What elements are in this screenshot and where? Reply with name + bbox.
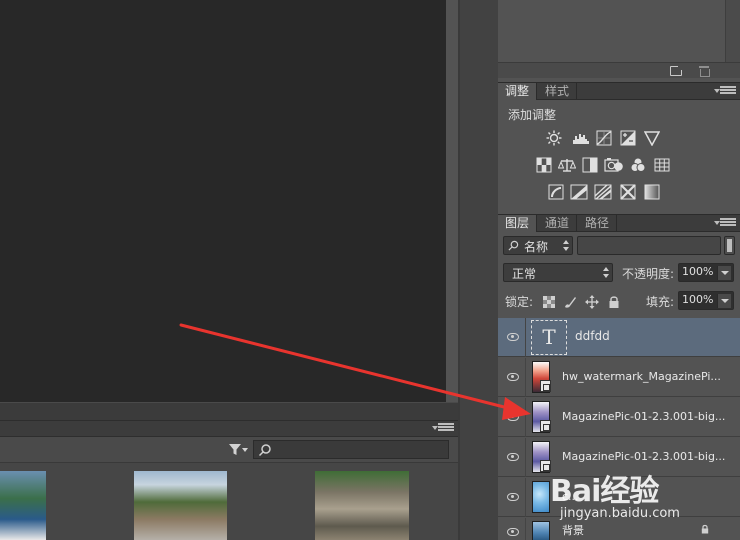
color-balance-icon[interactable]	[558, 157, 576, 173]
lock-image-pixels-icon[interactable]	[563, 295, 577, 309]
layer-visibility-toggle[interactable]	[498, 518, 526, 540]
canvas-scroll-gutter	[446, 0, 458, 402]
browser-thumbnail[interactable]	[0, 471, 46, 540]
add-adjustment-label: 添加调整	[508, 108, 557, 122]
layer-filter-kind: 名称	[524, 240, 549, 254]
eye-icon	[507, 528, 519, 536]
lock-all-icon[interactable]	[607, 295, 621, 309]
fill-value: 100%	[682, 293, 714, 306]
layer-visibility-toggle[interactable]	[498, 438, 526, 477]
canvas-status-strip	[0, 402, 458, 420]
layers-tab-bar: 图层 通道 路径	[498, 214, 740, 232]
layer-name: ddfdd	[575, 329, 610, 343]
chevron-down-icon[interactable]	[717, 294, 731, 308]
panel-menu-icon[interactable]	[432, 423, 454, 433]
blend-mode-value: 正常	[512, 267, 537, 281]
tab-adjustments[interactable]: 调整	[498, 83, 538, 100]
eye-icon	[507, 373, 519, 381]
trash-icon[interactable]	[698, 66, 710, 77]
layer-name: hw_watermark_MagazinePi...	[562, 370, 721, 383]
text-tool-icon: T	[542, 325, 556, 349]
layer-visibility-toggle[interactable]	[498, 478, 526, 517]
layer-row[interactable]: T ddfdd	[498, 318, 740, 357]
lock-label: 锁定:	[505, 295, 534, 309]
layer-thumbnail	[532, 521, 550, 540]
watermark-logo: Bai经验	[550, 474, 659, 509]
eye-icon	[507, 493, 519, 501]
layer-filter-field[interactable]	[577, 236, 721, 255]
photo-filter-icon[interactable]	[604, 157, 624, 173]
selective-color-icon[interactable]	[620, 184, 636, 200]
channel-mixer-icon[interactable]	[630, 157, 646, 173]
panel-menu-icon[interactable]	[714, 86, 736, 96]
vibrance-icon[interactable]	[644, 130, 660, 146]
black-white-icon[interactable]	[582, 157, 598, 173]
eye-icon	[507, 453, 519, 461]
adjustments-tab-bar: 调整 样式	[498, 82, 740, 100]
history-panel-scrollbar[interactable]	[726, 0, 740, 62]
browser-thumbnail[interactable]	[134, 471, 227, 540]
document-canvas[interactable]	[0, 0, 446, 402]
smart-object-icon	[540, 380, 551, 392]
layer-name: MagazinePic-01-2.3.001-big...	[562, 410, 726, 423]
layer-row[interactable]: MagazinePic-01-2.3.001-big...	[498, 398, 740, 437]
adjustments-panel: 添加调整	[498, 100, 740, 212]
levels-icon[interactable]	[572, 130, 590, 146]
tab-styles[interactable]: 样式	[538, 83, 578, 100]
blend-mode-select[interactable]: 正常	[503, 263, 613, 282]
gradient-map-icon[interactable]	[644, 184, 660, 200]
mini-browser-toolbar	[0, 437, 458, 463]
search-icon	[258, 444, 271, 457]
history-panel-content	[498, 0, 726, 62]
color-lookup-icon[interactable]	[654, 157, 670, 173]
browser-search-input[interactable]	[253, 440, 449, 459]
hue-saturation-icon[interactable]	[536, 157, 552, 173]
eye-icon	[507, 333, 519, 341]
updown-arrows-icon	[563, 240, 569, 252]
baidu-jingyan-watermark: Bai经验 jingyan.baidu.com	[550, 466, 740, 526]
layer-visibility-toggle[interactable]	[498, 318, 526, 357]
search-icon	[508, 240, 519, 251]
opacity-label: 不透明度:	[622, 267, 675, 281]
watermark-url: jingyan.baidu.com	[560, 506, 680, 521]
layer-row[interactable]: hw_watermark_MagazinePi...	[498, 358, 740, 397]
brightness-icon[interactable]	[546, 130, 562, 146]
toggle-switch-icon	[727, 239, 732, 252]
posterize-icon[interactable]	[570, 184, 588, 200]
opacity-value: 100%	[682, 265, 714, 278]
layer-visibility-toggle[interactable]	[498, 398, 526, 437]
chevron-down-icon[interactable]	[717, 266, 731, 280]
new-document-icon[interactable]	[670, 66, 682, 76]
mini-browser-header	[0, 421, 458, 437]
panel-dock-gap	[458, 0, 498, 540]
panel-menu-icon[interactable]	[714, 218, 736, 228]
updown-arrows-icon	[603, 267, 609, 279]
layer-visibility-toggle[interactable]	[498, 358, 526, 397]
curves-icon[interactable]	[596, 130, 612, 146]
tab-channels[interactable]: 通道	[538, 215, 578, 232]
fill-label: 填充:	[646, 295, 675, 309]
invert-icon[interactable]	[548, 184, 564, 200]
browser-thumbnail[interactable]	[315, 471, 409, 540]
text-layer-thumbnail: T	[531, 320, 567, 355]
exposure-icon[interactable]	[620, 130, 636, 146]
right-panel-dock: 调整 样式 添加调整 图层 通道 路径 名称 正常 不透明度: 100% 锁定:…	[498, 0, 740, 540]
layer-thumbnail	[532, 481, 550, 513]
layer-filter-toggle[interactable]	[724, 236, 735, 255]
history-panel-footer	[498, 62, 740, 78]
smart-object-icon	[540, 420, 551, 432]
layer-name: MagazinePic-01-2.3.001-big...	[562, 450, 726, 463]
tab-paths[interactable]: 路径	[578, 215, 618, 232]
lock-transparent-pixels-icon[interactable]	[542, 295, 556, 309]
filter-icon[interactable]	[228, 443, 248, 457]
tab-layers[interactable]: 图层	[498, 215, 538, 232]
fill-input[interactable]: 100%	[678, 291, 734, 310]
layer-filter-select[interactable]: 名称	[503, 236, 573, 255]
eye-icon	[507, 413, 519, 421]
threshold-icon[interactable]	[594, 184, 612, 200]
opacity-input[interactable]: 100%	[678, 263, 734, 282]
lock-position-icon[interactable]	[585, 295, 599, 309]
